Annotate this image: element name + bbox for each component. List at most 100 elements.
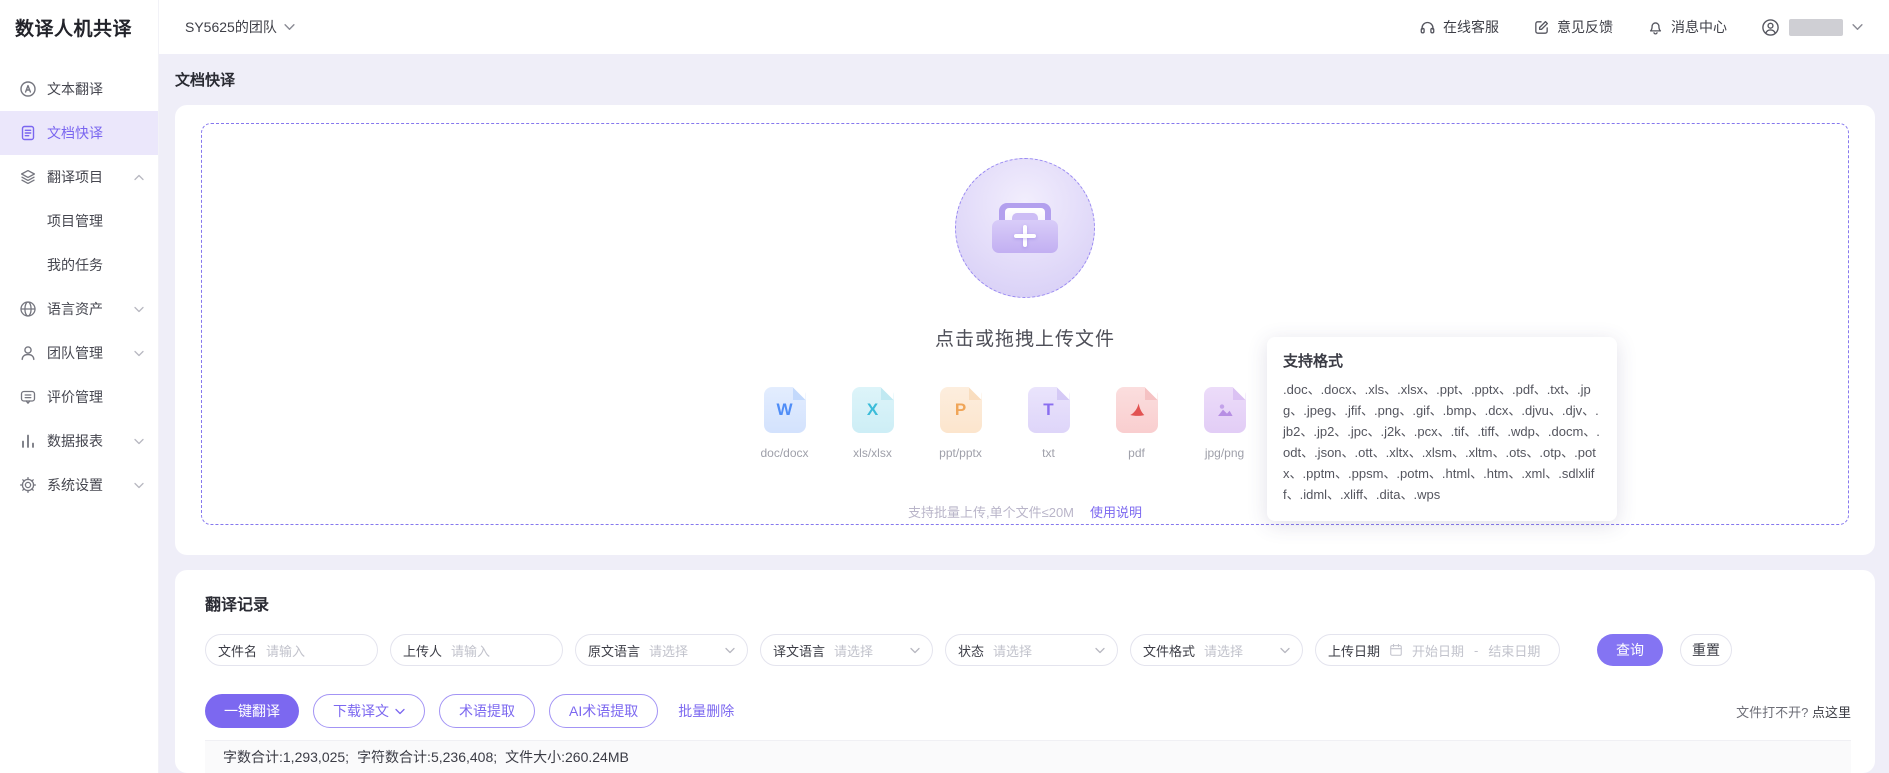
file-open-help-link[interactable]: 点这里 <box>1812 705 1851 720</box>
globe-icon <box>19 300 37 318</box>
sidebar-item-document-quick-translation[interactable]: 文档快译 <box>0 111 158 155</box>
edit-square-icon <box>1533 19 1550 36</box>
calendar-icon <box>1389 643 1403 657</box>
query-button[interactable]: 查询 <box>1597 634 1663 666</box>
file-type-label: xls/xlsx <box>853 446 892 460</box>
filename-input[interactable]: 文件名请输入 <box>205 634 378 666</box>
source-language-select[interactable]: 原文语言请选择 <box>575 634 748 666</box>
usage-guide-link[interactable]: 使用说明 <box>1090 502 1142 521</box>
sidebar-item-label: 项目管理 <box>47 211 103 231</box>
sidebar-item-project-management[interactable]: 项目管理 <box>0 199 158 243</box>
sidebar-item-label: 评价管理 <box>47 387 103 407</box>
team-icon <box>19 344 37 362</box>
document-icon <box>19 124 37 142</box>
chevron-down-icon <box>395 708 405 715</box>
batch-delete-link[interactable]: 批量删除 <box>678 701 734 721</box>
file-type-label: ppt/pptx <box>939 446 982 460</box>
date-separator: - <box>1474 643 1478 658</box>
online-support-button[interactable]: 在线客服 <box>1419 17 1499 37</box>
status-select[interactable]: 状态请选择 <box>945 634 1118 666</box>
file-type-excel: X xls/xlsx <box>840 387 906 460</box>
sidebar-menu: 文本翻译 文档快译 翻译项目 项目管理 我 <box>0 54 158 507</box>
supported-file-types: W doc/docx X xls/xlsx P ppt/pptx T <box>752 387 1299 460</box>
sidebar-item-translation-projects[interactable]: 翻译项目 <box>0 155 158 199</box>
file-type-pdf: pdf <box>1104 387 1170 460</box>
bar-chart-icon <box>19 432 37 450</box>
page-title: 文档快译 <box>175 54 1875 105</box>
upload-date-range-picker[interactable]: 上传日期 开始日期 - 结束日期 <box>1315 634 1560 666</box>
chevron-down-icon <box>134 482 144 489</box>
headset-icon <box>1419 19 1436 36</box>
chevron-down-icon <box>1852 23 1863 31</box>
txt-file-icon: T <box>1028 387 1070 433</box>
feedback-button[interactable]: 意见反馈 <box>1533 17 1613 37</box>
translation-records-card: 翻译记录 文件名请输入 上传人请输入 原文语言请选择 译文语言请选择 <box>175 570 1875 773</box>
comment-icon <box>19 388 37 406</box>
team-selector[interactable]: SY5625的团队 <box>185 17 295 37</box>
sidebar-item-data-reports[interactable]: 数据报表 <box>0 419 158 463</box>
file-format-select[interactable]: 文件格式请选择 <box>1130 634 1303 666</box>
content: 文档快译 点击或拖拽上传文件 <box>159 54 1889 773</box>
user-menu[interactable] <box>1761 18 1863 37</box>
term-extraction-button[interactable]: 术语提取 <box>439 694 535 728</box>
text-translate-icon <box>19 80 37 98</box>
file-type-ppt: P ppt/pptx <box>928 387 994 460</box>
feedback-label: 意见反馈 <box>1557 17 1613 37</box>
chevron-down-icon <box>725 647 735 654</box>
excel-file-icon: X <box>852 387 894 433</box>
sidebar-item-my-tasks[interactable]: 我的任务 <box>0 243 158 287</box>
file-type-label: doc/docx <box>760 446 808 460</box>
actions-row: 一键翻译 下载译文 术语提取 AI术语提取 批量删除 文件打不开? 点这里 <box>205 694 1851 728</box>
chevron-down-icon <box>134 350 144 357</box>
word-file-icon: W <box>764 387 806 433</box>
reset-button[interactable]: 重置 <box>1680 634 1732 666</box>
ai-term-extraction-button[interactable]: AI术语提取 <box>549 694 658 728</box>
layers-icon <box>19 168 37 186</box>
topbar-actions: 在线客服 意见反馈 消息中心 <box>1419 17 1863 37</box>
target-language-select[interactable]: 译文语言请选择 <box>760 634 933 666</box>
sidebar-item-system-settings[interactable]: 系统设置 <box>0 463 158 507</box>
sidebar-item-label: 数据报表 <box>47 431 103 451</box>
supported-formats-tooltip: 支持格式 .doc、.docx、.xls、.xlsx、.ppt、.pptx、.p… <box>1267 337 1617 521</box>
sidebar-item-label: 翻译项目 <box>47 167 103 187</box>
chevron-down-icon <box>1280 647 1290 654</box>
sidebar: 数译人机共译 文本翻译 文档快译 翻译项目 <box>0 0 159 773</box>
section-title: 翻译记录 <box>205 591 1851 615</box>
summary-row: 字数合计:1,293,025; 字符数合计:5,236,408; 文件大小:26… <box>205 740 1851 773</box>
sidebar-item-label: 语言资产 <box>47 299 103 319</box>
file-open-help: 文件打不开? 点这里 <box>1736 702 1851 721</box>
online-support-label: 在线客服 <box>1443 17 1499 37</box>
file-type-label: pdf <box>1128 446 1145 460</box>
sidebar-item-label: 我的任务 <box>47 255 103 275</box>
uploader-input[interactable]: 上传人请输入 <box>390 634 563 666</box>
app-window: 数译人机共译 文本翻译 文档快译 翻译项目 <box>0 0 1889 773</box>
sidebar-item-label: 系统设置 <box>47 475 103 495</box>
start-date-placeholder: 开始日期 <box>1412 641 1464 660</box>
sidebar-item-text-translation[interactable]: 文本翻译 <box>0 67 158 111</box>
sidebar-item-label: 团队管理 <box>47 343 103 363</box>
sidebar-item-evaluation-management[interactable]: 评价管理 <box>0 375 158 419</box>
sidebar-item-team-management[interactable]: 团队管理 <box>0 331 158 375</box>
file-type-txt: T txt <box>1016 387 1082 460</box>
gear-icon <box>19 476 37 494</box>
app-logo: 数译人机共译 <box>0 0 158 54</box>
message-center-button[interactable]: 消息中心 <box>1647 17 1727 37</box>
team-name: SY5625的团队 <box>185 17 277 37</box>
chevron-down-icon <box>134 306 144 313</box>
chevron-down-icon <box>1095 647 1105 654</box>
ppt-file-icon: P <box>940 387 982 433</box>
chevron-down-icon <box>134 438 144 445</box>
avatar-icon <box>1761 18 1780 37</box>
bell-icon <box>1647 19 1664 36</box>
topbar: SY5625的团队 在线客服 意见反馈 <box>159 0 1889 54</box>
one-click-translate-button[interactable]: 一键翻译 <box>205 694 299 728</box>
tooltip-body: .doc、.docx、.xls、.xlsx、.ppt、.pptx、.pdf、.t… <box>1283 379 1601 505</box>
upload-circle <box>955 158 1095 298</box>
filters-row: 文件名请输入 上传人请输入 原文语言请选择 译文语言请选择 状态请选择 <box>205 634 1851 666</box>
sidebar-item-language-assets[interactable]: 语言资产 <box>0 287 158 331</box>
chevron-up-icon <box>134 174 144 181</box>
file-type-image: jpg/png <box>1192 387 1258 460</box>
file-type-label: jpg/png <box>1205 446 1244 460</box>
pdf-file-icon <box>1116 387 1158 433</box>
download-translation-button[interactable]: 下载译文 <box>313 694 425 728</box>
